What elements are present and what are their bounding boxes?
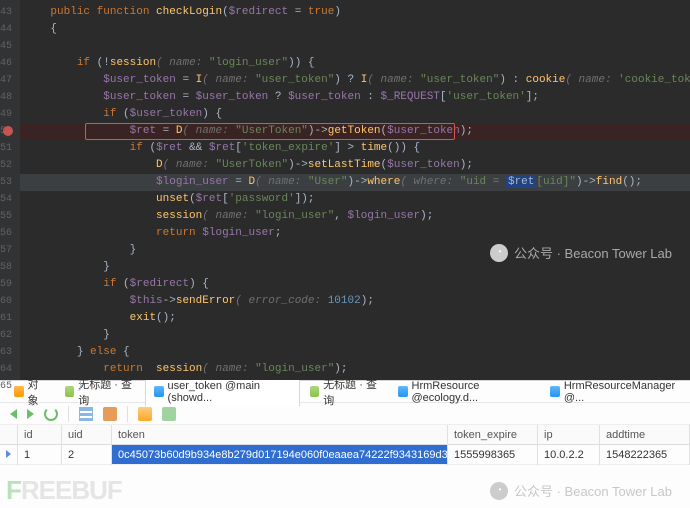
line-number: 53 [0, 174, 20, 191]
code-area[interactable]: public function checkLogin($redirect = t… [20, 0, 690, 380]
row-handle-header [0, 425, 17, 445]
column-header-addtime[interactable]: addtime [600, 425, 689, 445]
column-header-id[interactable]: id [18, 425, 61, 445]
gutter: 43 44 45 46 47 48 49 50 51 52 53 54 55 5… [0, 0, 20, 380]
line-number: 52 [0, 157, 20, 174]
watermark: ◔ 公众号 · Beacon Tower Lab [490, 481, 672, 500]
export-button[interactable] [162, 407, 176, 421]
line-number: 46 [0, 55, 20, 72]
refresh-button[interactable] [44, 407, 58, 421]
watermark: ◔ 公众号 · Beacon Tower Lab [490, 243, 672, 262]
wechat-icon: ◔ [490, 482, 508, 500]
line-number: 51 [0, 140, 20, 157]
separator [127, 406, 128, 422]
last-record-button[interactable] [27, 409, 34, 419]
column-header-token-expire[interactable]: token_expire [448, 425, 537, 445]
row-handle[interactable] [0, 445, 17, 465]
line-number: 47 [0, 72, 20, 89]
line-number: 58 [0, 259, 20, 276]
data-grid[interactable]: id 1 uid 2 token 0c45073b60d9b934e8b279d… [0, 425, 690, 465]
line-number: 63 [0, 344, 20, 361]
column-header-uid[interactable]: uid [62, 425, 111, 445]
first-record-button[interactable] [10, 409, 17, 419]
grid-view-button[interactable] [79, 407, 93, 421]
wechat-icon: ◔ [490, 244, 508, 262]
separator [68, 406, 69, 422]
line-number: 48 [0, 89, 20, 106]
form-view-button[interactable] [103, 407, 117, 421]
chart-button[interactable] [138, 407, 152, 421]
current-row-icon [6, 450, 11, 458]
line-number: 49 [0, 106, 20, 123]
line-number: 44 [0, 21, 20, 38]
column-header-token[interactable]: token [112, 425, 447, 445]
line-number: 45 [0, 38, 20, 55]
line-number: 60 [0, 293, 20, 310]
cell-ip[interactable]: 10.0.2.2 [538, 445, 599, 465]
line-number: 61 [0, 310, 20, 327]
column-header-ip[interactable]: ip [538, 425, 599, 445]
line-number: 64 [0, 361, 20, 378]
code-editor: 43 44 45 46 47 48 49 50 51 52 53 54 55 5… [0, 0, 690, 380]
line-number: 55 [0, 208, 20, 225]
line-number: 54 [0, 191, 20, 208]
line-number: 57 [0, 242, 20, 259]
cell-uid[interactable]: 2 [62, 445, 111, 465]
cell-token[interactable]: 0c45073b60d9b934e8b279d017194e060f0eaaea… [112, 445, 447, 465]
freebuf-watermark: FREEBUF [6, 475, 122, 506]
line-number: 62 [0, 327, 20, 344]
cell-addtime[interactable]: 1548222365 [600, 445, 689, 465]
line-number-breakpoint[interactable]: 50 [0, 123, 20, 140]
line-number: 59 [0, 276, 20, 293]
cell-id[interactable]: 1 [18, 445, 61, 465]
line-number: 56 [0, 225, 20, 242]
line-number: 43 [0, 4, 20, 21]
cell-token-expire[interactable]: 1555998365 [448, 445, 537, 465]
line-number: 65 [0, 378, 20, 395]
